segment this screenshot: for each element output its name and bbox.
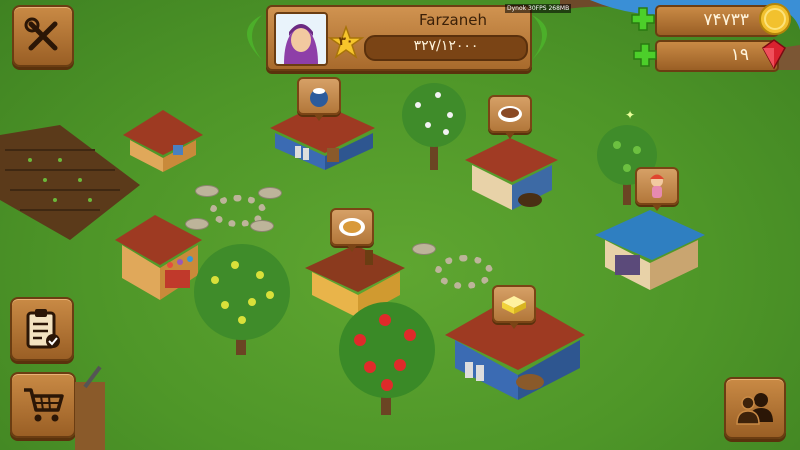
xp-text: ۳۲۷/۱۲۰۰۰ [413, 38, 479, 54]
farm-scene[interactable]: ✦ ۳۰ Farzaneh ۳۲۷/۱۲۰۰۰ Dynok 30FPS 268M… [0, 0, 800, 450]
doll-product-bubble[interactable] [635, 167, 679, 211]
friends-icon [736, 393, 773, 425]
pastry-product-bubble[interactable] [330, 208, 374, 252]
stepping-stone [412, 243, 436, 255]
tools-icon [24, 17, 58, 51]
cart-stall [75, 365, 105, 450]
doll-icon [650, 174, 664, 198]
player-level: ۳۰ [338, 34, 354, 48]
stepping-stone [258, 187, 282, 199]
pastry-plate-icon [339, 218, 365, 236]
kitchen-house[interactable] [460, 130, 560, 215]
fps-counter: Dynok 30FPS 268MB [505, 4, 572, 13]
player-name: Farzaneh [419, 11, 487, 29]
rose-bush-tree[interactable] [335, 295, 440, 420]
leaf-decoration-left [247, 15, 262, 60]
soup-product-bubble[interactable] [488, 95, 532, 139]
gems-value: ۱۹ [730, 45, 749, 65]
add-coins-plus-icon[interactable] [630, 6, 656, 32]
cottage[interactable] [118, 100, 203, 175]
coin-icon [759, 3, 791, 35]
white-flower-tree[interactable] [398, 80, 470, 175]
stone-circle [435, 255, 493, 289]
milk-product-bubble[interactable] [297, 77, 341, 121]
pear-tree[interactable] [190, 240, 295, 360]
leaf-decoration-right [532, 15, 547, 60]
shop-button[interactable] [10, 372, 76, 438]
sparkle-icon: ✦ [625, 108, 636, 122]
stepping-stone [250, 220, 274, 232]
ruby-gem-icon [762, 39, 786, 70]
settings-button[interactable] [12, 5, 74, 67]
shopping-cart-icon [24, 388, 64, 422]
player-profile-panel[interactable]: ۳۰ Farzaneh ۳۲۷/۱۲۰۰۰ [266, 5, 532, 71]
milk-jug-icon [310, 88, 328, 107]
tasks-button[interactable] [10, 297, 74, 361]
stepping-stone [195, 185, 219, 197]
add-gems-plus-icon[interactable] [632, 42, 658, 68]
clipboard-check-icon [26, 309, 60, 349]
friends-button[interactable] [724, 377, 786, 439]
xp-bar: ۳۲۷/۱۲۰۰۰ [364, 35, 528, 61]
butter-product-bubble[interactable] [492, 285, 536, 329]
butter-block-icon [502, 296, 526, 314]
player-avatar [274, 12, 328, 66]
toy-workshop[interactable] [590, 205, 710, 295]
coins-value: ۷۴۷۳۳ [703, 10, 749, 30]
soup-bowl-icon [498, 106, 522, 122]
